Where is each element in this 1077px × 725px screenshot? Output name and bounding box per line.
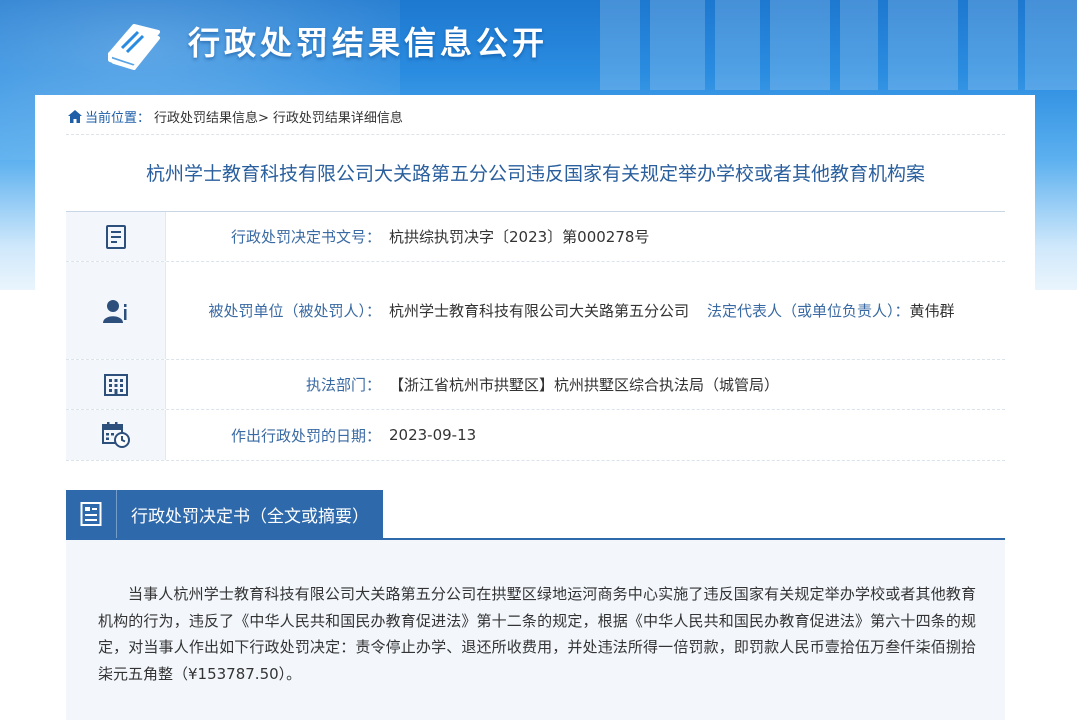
decision-body: 当事人杭州学士教育科技有限公司大关路第五分公司在拱墅区绿地运河商务中心实施了违反… bbox=[66, 540, 1005, 720]
doc-no-label: 行政处罚决定书文号： bbox=[230, 228, 381, 246]
party-value: 杭州学士教育科技有限公司大关路第五分公司 法定代表人（或单位负责人）：黄伟群 bbox=[389, 262, 1005, 359]
date-label: 作出行政处罚的日期： bbox=[230, 426, 381, 445]
party-name: 杭州学士教育科技有限公司大关路第五分公司 bbox=[389, 301, 690, 320]
doc-no-value: 杭拱综执罚决字〔2023〕第000278号 bbox=[389, 227, 650, 246]
breadcrumb: 当前位置： 行政处罚结果信息> 行政处罚结果详细信息 bbox=[68, 107, 403, 126]
breadcrumb-prefix: 当前位置： bbox=[85, 111, 151, 126]
detail-card: 当前位置： 行政处罚结果信息> 行政处罚结果详细信息 杭州学士教育科技有限公司大… bbox=[35, 95, 1035, 725]
calendar-clock-icon bbox=[101, 422, 130, 448]
info-row-date: 作出行政处罚的日期： 2023-09-13 bbox=[66, 410, 1005, 461]
breadcrumb-current: 行政处罚结果详细信息 bbox=[272, 111, 403, 126]
dept-value: 【浙江省杭州市拱墅区】杭州拱墅区综合执法局（城管局） bbox=[389, 375, 780, 394]
info-row-dept: 执法部门： 【浙江省杭州市拱墅区】杭州拱墅区综合执法局（城管局） bbox=[66, 360, 1005, 410]
info-row-party: 被处罚单位（被处罚人）： 杭州学士教育科技有限公司大关路第五分公司 法定代表人（或… bbox=[66, 262, 1005, 360]
section-tab: 行政处罚决定书（全文或摘要） bbox=[66, 490, 383, 538]
section-header: 行政处罚决定书（全文或摘要） bbox=[66, 490, 1005, 540]
party-label: 被处罚单位（被处罚人）： bbox=[208, 302, 381, 320]
info-row-doc-no: 行政处罚决定书文号： 杭拱综执罚决字〔2023〕第000278号 bbox=[66, 212, 1005, 262]
section-title: 行政处罚决定书（全文或摘要） bbox=[131, 506, 369, 527]
home-icon bbox=[68, 110, 82, 123]
legal-rep-value: 黄伟群 bbox=[909, 301, 955, 320]
divider bbox=[66, 134, 1005, 135]
breadcrumb-link-list[interactable]: 行政处罚结果信息> bbox=[154, 107, 269, 126]
book-logo-icon bbox=[108, 24, 160, 70]
decision-text: 当事人杭州学士教育科技有限公司大关路第五分公司在拱墅区绿地运河商务中心实施了违反… bbox=[98, 585, 976, 683]
dept-label: 执法部门： bbox=[305, 376, 381, 394]
document-list-icon bbox=[80, 502, 102, 526]
document-icon bbox=[105, 224, 126, 249]
building-icon bbox=[103, 373, 128, 396]
site-title: 行政处罚结果信息公开 bbox=[188, 24, 549, 62]
legal-rep-label: 法定代表人（或单位负责人）： bbox=[707, 301, 910, 320]
info-table: 行政处罚决定书文号： 杭拱综执罚决字〔2023〕第000278号 被处罚单位（被… bbox=[66, 211, 1005, 461]
breadcrumb-home[interactable]: 当前位置： bbox=[68, 107, 150, 126]
person-icon bbox=[102, 299, 126, 323]
date-value: 2023-09-13 bbox=[389, 426, 477, 444]
case-title: 杭州学士教育科技有限公司大关路第五分公司违反国家有关规定举办学校或者其他教育机构… bbox=[145, 163, 925, 185]
